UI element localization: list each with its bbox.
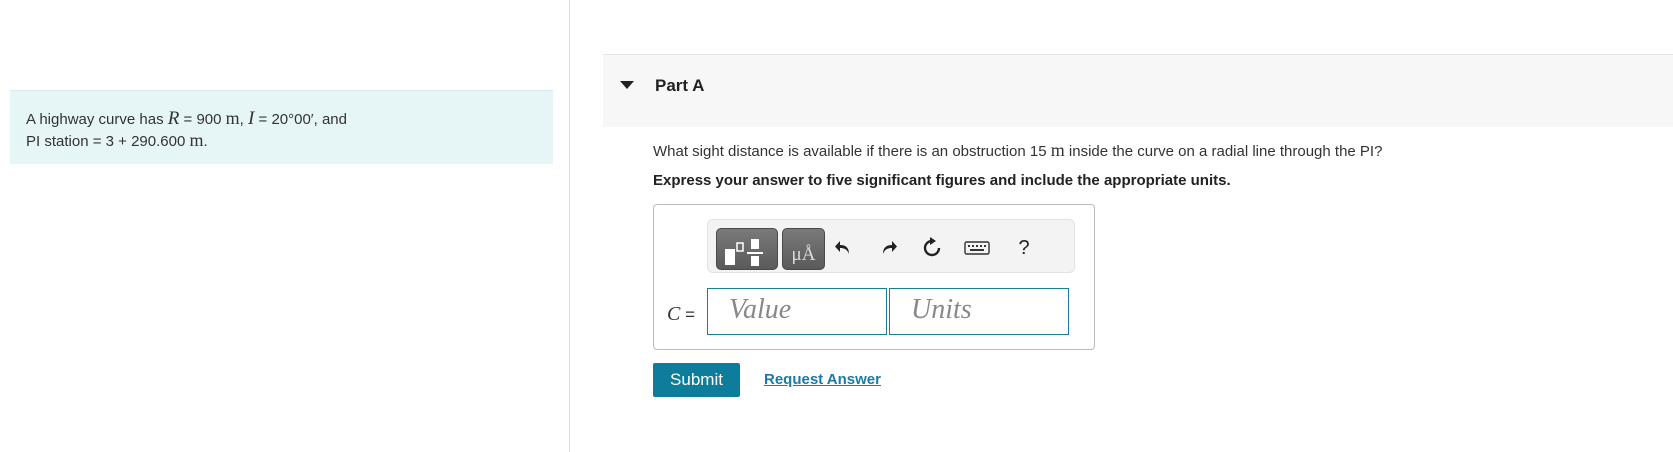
submit-button[interactable]: Submit bbox=[653, 363, 740, 397]
problem-panel: A highway curve has R = 900 m, I = 20°00… bbox=[0, 0, 570, 452]
value-input[interactable]: Value bbox=[707, 288, 887, 335]
panel-divider bbox=[569, 0, 570, 452]
answer-box: μÅ ? C = Value Units bbox=[653, 204, 1095, 350]
units-input[interactable]: Units bbox=[889, 288, 1069, 335]
units-icon[interactable]: μÅ bbox=[782, 228, 825, 270]
redo-icon[interactable] bbox=[874, 234, 902, 262]
answer-label: C = bbox=[667, 303, 695, 325]
reset-icon[interactable] bbox=[918, 234, 946, 262]
problem-line-2: PI station = 3 + 290.600 m. bbox=[26, 130, 208, 150]
problem-line-1: A highway curve has R = 900 m, I = 20°00… bbox=[26, 108, 347, 129]
request-answer-link[interactable]: Request Answer bbox=[764, 371, 881, 388]
part-title: Part A bbox=[655, 76, 705, 95]
question-text: What sight distance is available if ther… bbox=[653, 140, 1383, 160]
help-icon[interactable]: ? bbox=[1010, 234, 1038, 262]
undo-icon[interactable] bbox=[830, 234, 858, 262]
problem-statement: A highway curve has R = 900 m, I = 20°00… bbox=[10, 90, 553, 164]
instruction-text: Express your answer to five significant … bbox=[653, 172, 1231, 189]
collapse-caret-icon[interactable] bbox=[620, 81, 634, 89]
part-a-header[interactable]: Part A bbox=[603, 54, 1673, 127]
templates-icon[interactable] bbox=[716, 228, 778, 270]
math-toolbar: μÅ ? bbox=[707, 219, 1075, 273]
keyboard-icon[interactable] bbox=[963, 234, 991, 262]
